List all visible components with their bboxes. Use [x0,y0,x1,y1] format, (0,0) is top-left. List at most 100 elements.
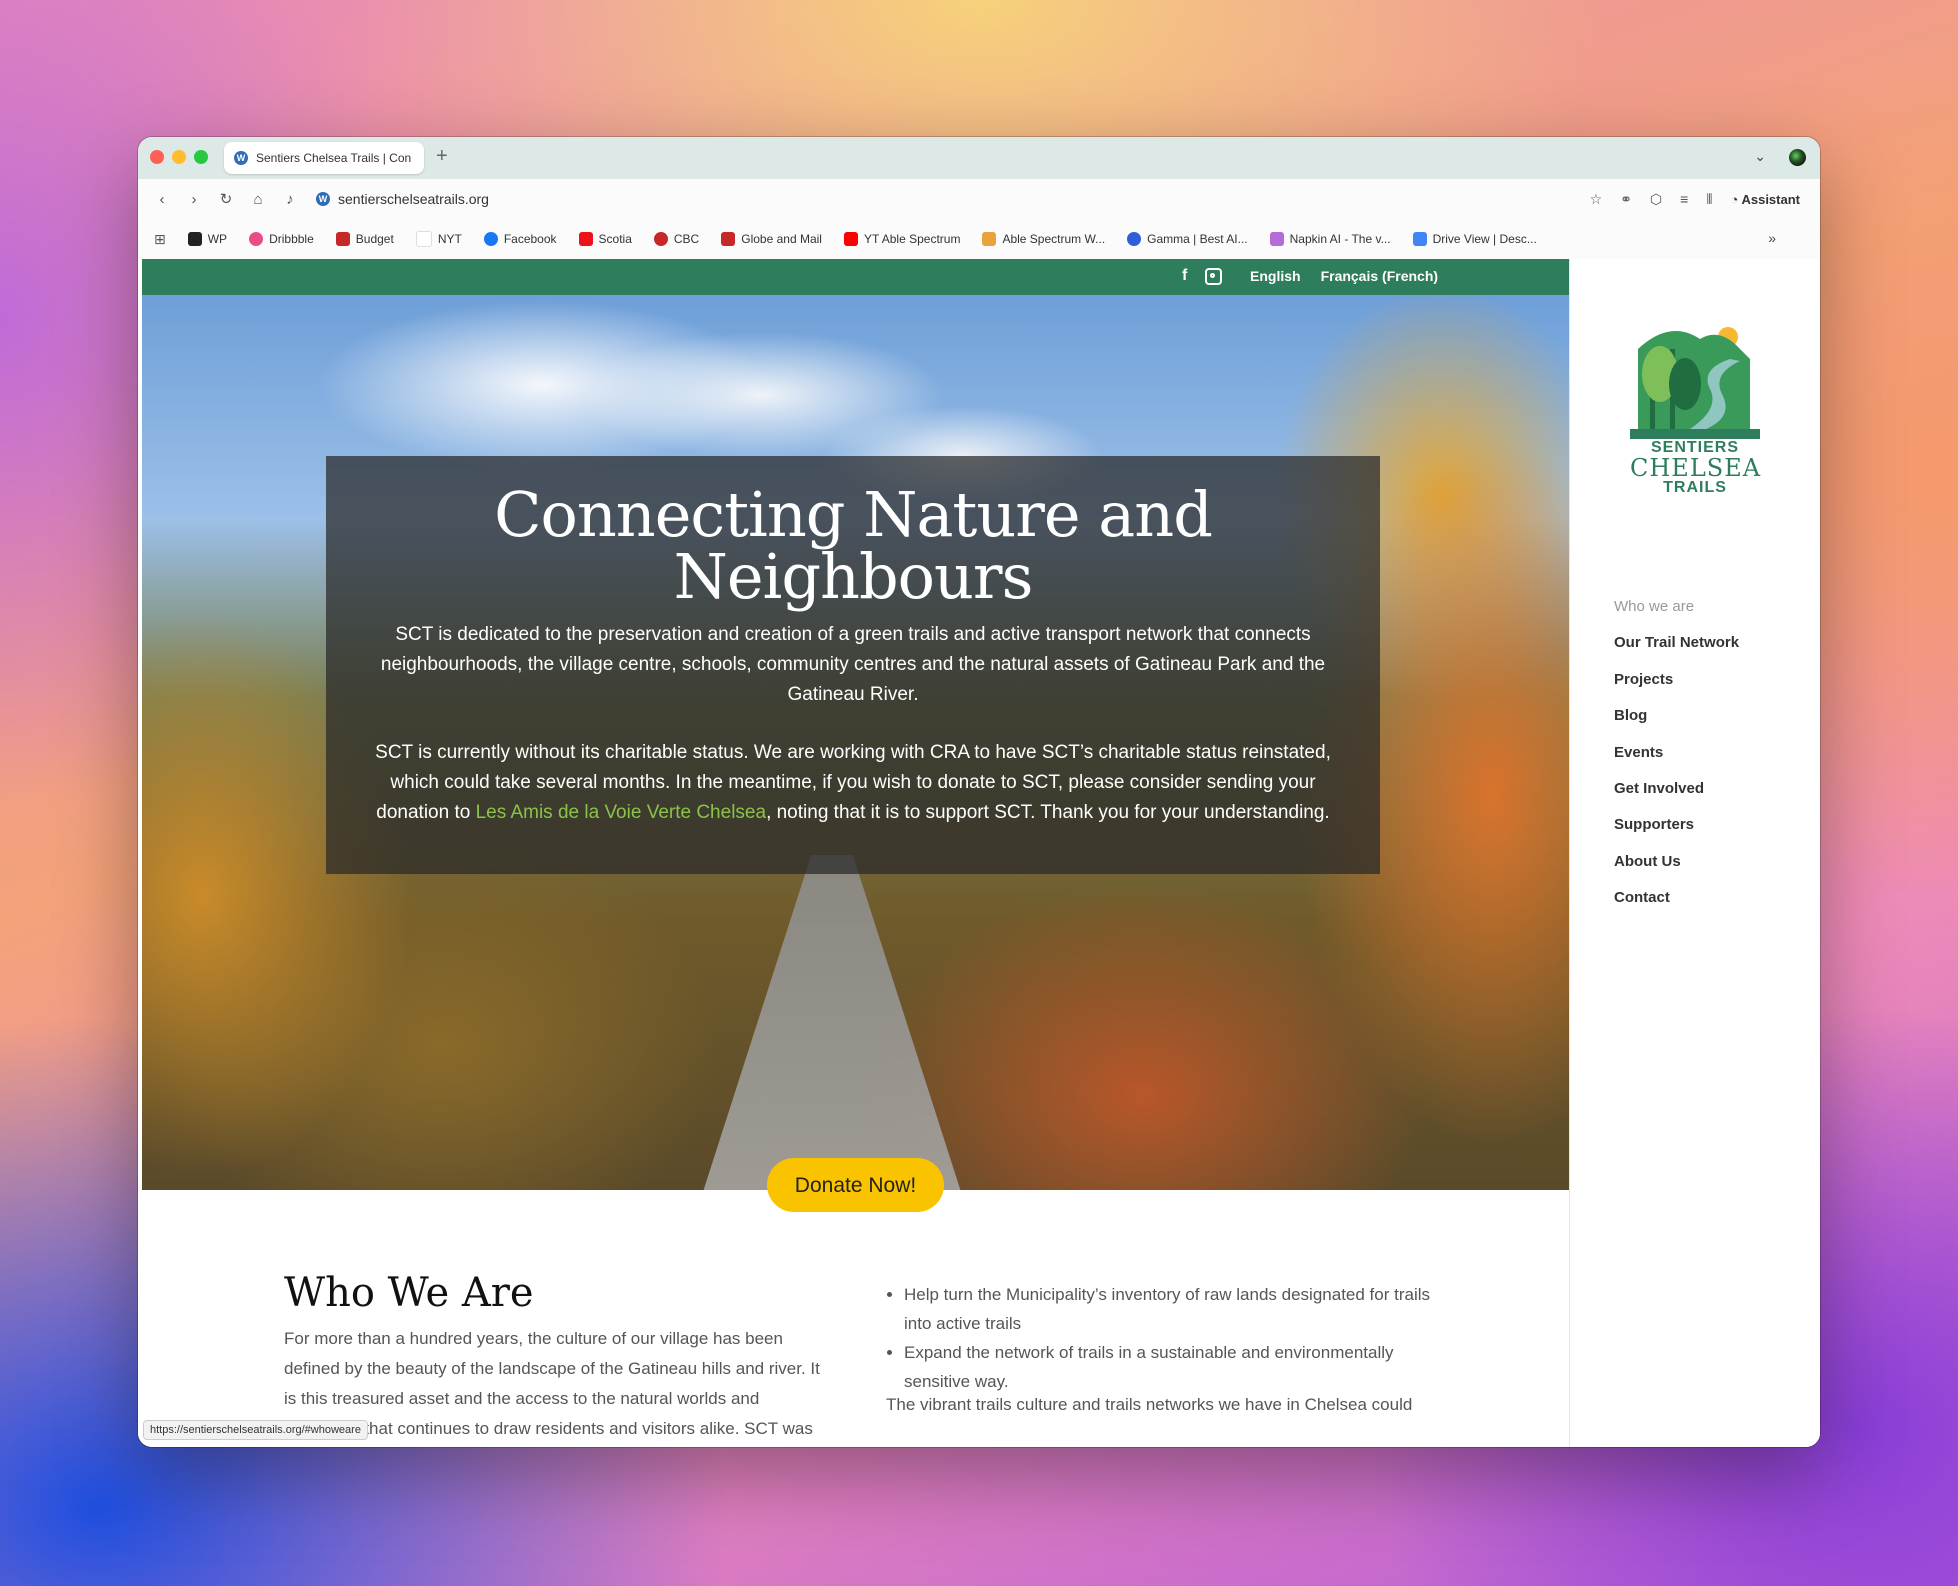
bookmark-globe-and-mail[interactable]: Globe and Mail [721,232,822,246]
bookmark-label: Globe and Mail [741,232,822,246]
hero-title: Connecting Nature and Neighbours [494,478,1213,613]
list-item: Expand the network of trails in a sustai… [904,1338,1444,1396]
bookmark-label: Scotia [598,232,632,246]
sidebar-item-who-we-are[interactable]: Who we are [1614,589,1739,625]
minimize-window-button[interactable] [172,150,186,164]
drive-view-icon [1412,232,1427,246]
window-controls [150,150,208,164]
site-favicon-icon: W [316,192,330,206]
bookmark-label: Gamma | Best AI... [1147,232,1248,246]
top-bar: f English Français (French) [142,259,1569,295]
who-list: Help turn the Municipality’s inventory o… [884,1280,1444,1396]
dribbble-icon [249,232,264,246]
gamma-icon [1127,232,1142,246]
sidebar-item-events[interactable]: Events [1614,735,1739,771]
social-links: f [1182,267,1223,285]
browser-window: W Sentiers Chelsea Trails | Con + ⌄ ‹ › … [138,137,1820,1447]
active-tab[interactable]: W Sentiers Chelsea Trails | Con [224,142,424,174]
bookmark-able-spectrum[interactable]: Able Spectrum W... [982,232,1105,246]
napkin-icon [1269,232,1284,246]
youtube-icon [843,232,858,246]
instagram-icon[interactable] [1205,267,1223,285]
assistant-button[interactable]: ◔ Assistant [1730,192,1800,207]
bookmark-nyt[interactable]: NYT [415,231,462,247]
scotia-icon [578,232,593,246]
address-field[interactable]: W sentierschelseatrails.org [316,191,489,207]
menu-lines-icon[interactable]: ≡ [1680,191,1688,207]
toolbar-right: ☆ ⚭ ⬡ ≡ ⦀ ◔ Assistant [1590,179,1800,219]
bookmark-dribbble[interactable]: Dribbble [249,232,314,246]
assistant-label: Assistant [1741,191,1800,207]
close-window-button[interactable] [150,150,164,164]
language-french[interactable]: Français (French) [1321,268,1438,284]
profile-avatar[interactable] [1789,149,1806,166]
zoom-window-button[interactable] [194,150,208,164]
maple-leaf-icon [721,232,736,246]
maple-leaf-icon [335,232,350,246]
hero-text: , noting that it is to support SCT. Than… [766,802,1330,823]
extensions-icon[interactable]: ⬡ [1650,191,1662,208]
sidebar-item-get-involved[interactable]: Get Involved [1614,771,1739,807]
tab-title: Sentiers Chelsea Trails | Con [256,151,412,165]
audio-wave-icon[interactable]: ⦀ [1706,191,1712,208]
sidebar-item-our-trail-network[interactable]: Our Trail Network [1614,625,1739,661]
main-column: f English Français (French) Connecting N… [142,259,1569,1447]
web-page: f English Français (French) Connecting N… [138,259,1820,1447]
language-english[interactable]: English [1250,268,1301,284]
sidebar-item-supporters[interactable]: Supporters [1614,807,1739,843]
trail-road-image [702,855,962,1190]
reload-icon[interactable]: ↻ [210,190,242,208]
back-icon[interactable]: ‹ [146,191,178,208]
who-paragraph-2: The vibrant trails culture and trails ne… [886,1395,1413,1414]
hero-paragraph-1: SCT is dedicated to the preservation and… [380,624,1326,705]
bookmark-napkin[interactable]: Napkin AI - The v... [1269,232,1391,246]
sidebar: SENTIERS CHELSEA TRAILS Who we are Our T… [1569,259,1820,1447]
sidebar-item-about-us[interactable]: About Us [1614,844,1739,880]
tab-list-chevron-icon[interactable]: ⌄ [1754,148,1766,165]
link-icon[interactable]: ⚭ [1620,191,1632,208]
bookmark-scotia[interactable]: Scotia [578,232,632,246]
bookmark-star-icon[interactable]: ☆ [1590,191,1603,208]
nyt-icon [415,231,432,247]
bookmark-cbc[interactable]: CBC [653,232,700,246]
bookmark-wp[interactable]: WP [187,232,227,246]
sidebar-item-projects[interactable]: Projects [1614,662,1739,698]
hero-section: Connecting Nature and Neighbours SCT is … [142,295,1569,1190]
bookmark-label: Facebook [503,232,557,246]
apps-grid-icon[interactable]: ⊞ [154,231,166,248]
les-amis-link[interactable]: Les Amis de la Voie Verte Chelsea [476,802,766,823]
logo-line-2: CHELSEA [1630,454,1762,482]
status-bar-url: https://sentierschelseatrails.org/#whowe… [143,1420,368,1440]
section-title: Who We Are [284,1270,534,1316]
language-switcher: English Français (French) [1250,268,1438,284]
sidebar-item-contact[interactable]: Contact [1614,880,1739,916]
wordpress-icon: W [234,151,248,165]
bookmark-gamma[interactable]: Gamma | Best AI... [1127,232,1248,246]
forward-icon[interactable]: › [178,191,210,208]
site-logo[interactable]: SENTIERS CHELSEA TRAILS [1630,319,1760,509]
logo-text: SENTIERS CHELSEA TRAILS [1630,439,1760,497]
bookmark-yt-able-spectrum[interactable]: YT Able Spectrum [843,232,960,246]
home-icon[interactable]: ⌂ [242,191,274,208]
bookmark-label: Napkin AI - The v... [1289,232,1391,246]
facebook-icon[interactable]: f [1182,267,1187,285]
hero-overlay: Connecting Nature and Neighbours SCT is … [326,456,1380,874]
microphone-icon[interactable]: ♪ [274,191,306,208]
cbc-icon [653,232,668,246]
bookmark-label: NYT [437,232,462,246]
bookmark-label: Able Spectrum W... [1002,232,1106,246]
new-tab-button[interactable]: + [436,145,448,168]
more-bookmarks-icon[interactable]: » [1768,230,1776,246]
able-spectrum-icon [982,232,997,246]
facebook-icon [483,232,498,246]
hero-paragraph-2: SCT is currently without its charitable … [362,738,1344,828]
bookmark-drive-view[interactable]: Drive View | Desc... [1412,232,1537,246]
bookmark-facebook[interactable]: Facebook [483,232,557,246]
list-item: Help turn the Municipality’s inventory o… [904,1280,1444,1338]
bookmark-label: CBC [673,232,700,246]
sidebar-item-blog[interactable]: Blog [1614,698,1739,734]
url-text: sentierschelseatrails.org [338,191,489,207]
bookmark-budget[interactable]: Budget [335,232,394,246]
bookmark-label: Drive View | Desc... [1432,232,1537,246]
trees-logo-icon [1630,327,1760,439]
